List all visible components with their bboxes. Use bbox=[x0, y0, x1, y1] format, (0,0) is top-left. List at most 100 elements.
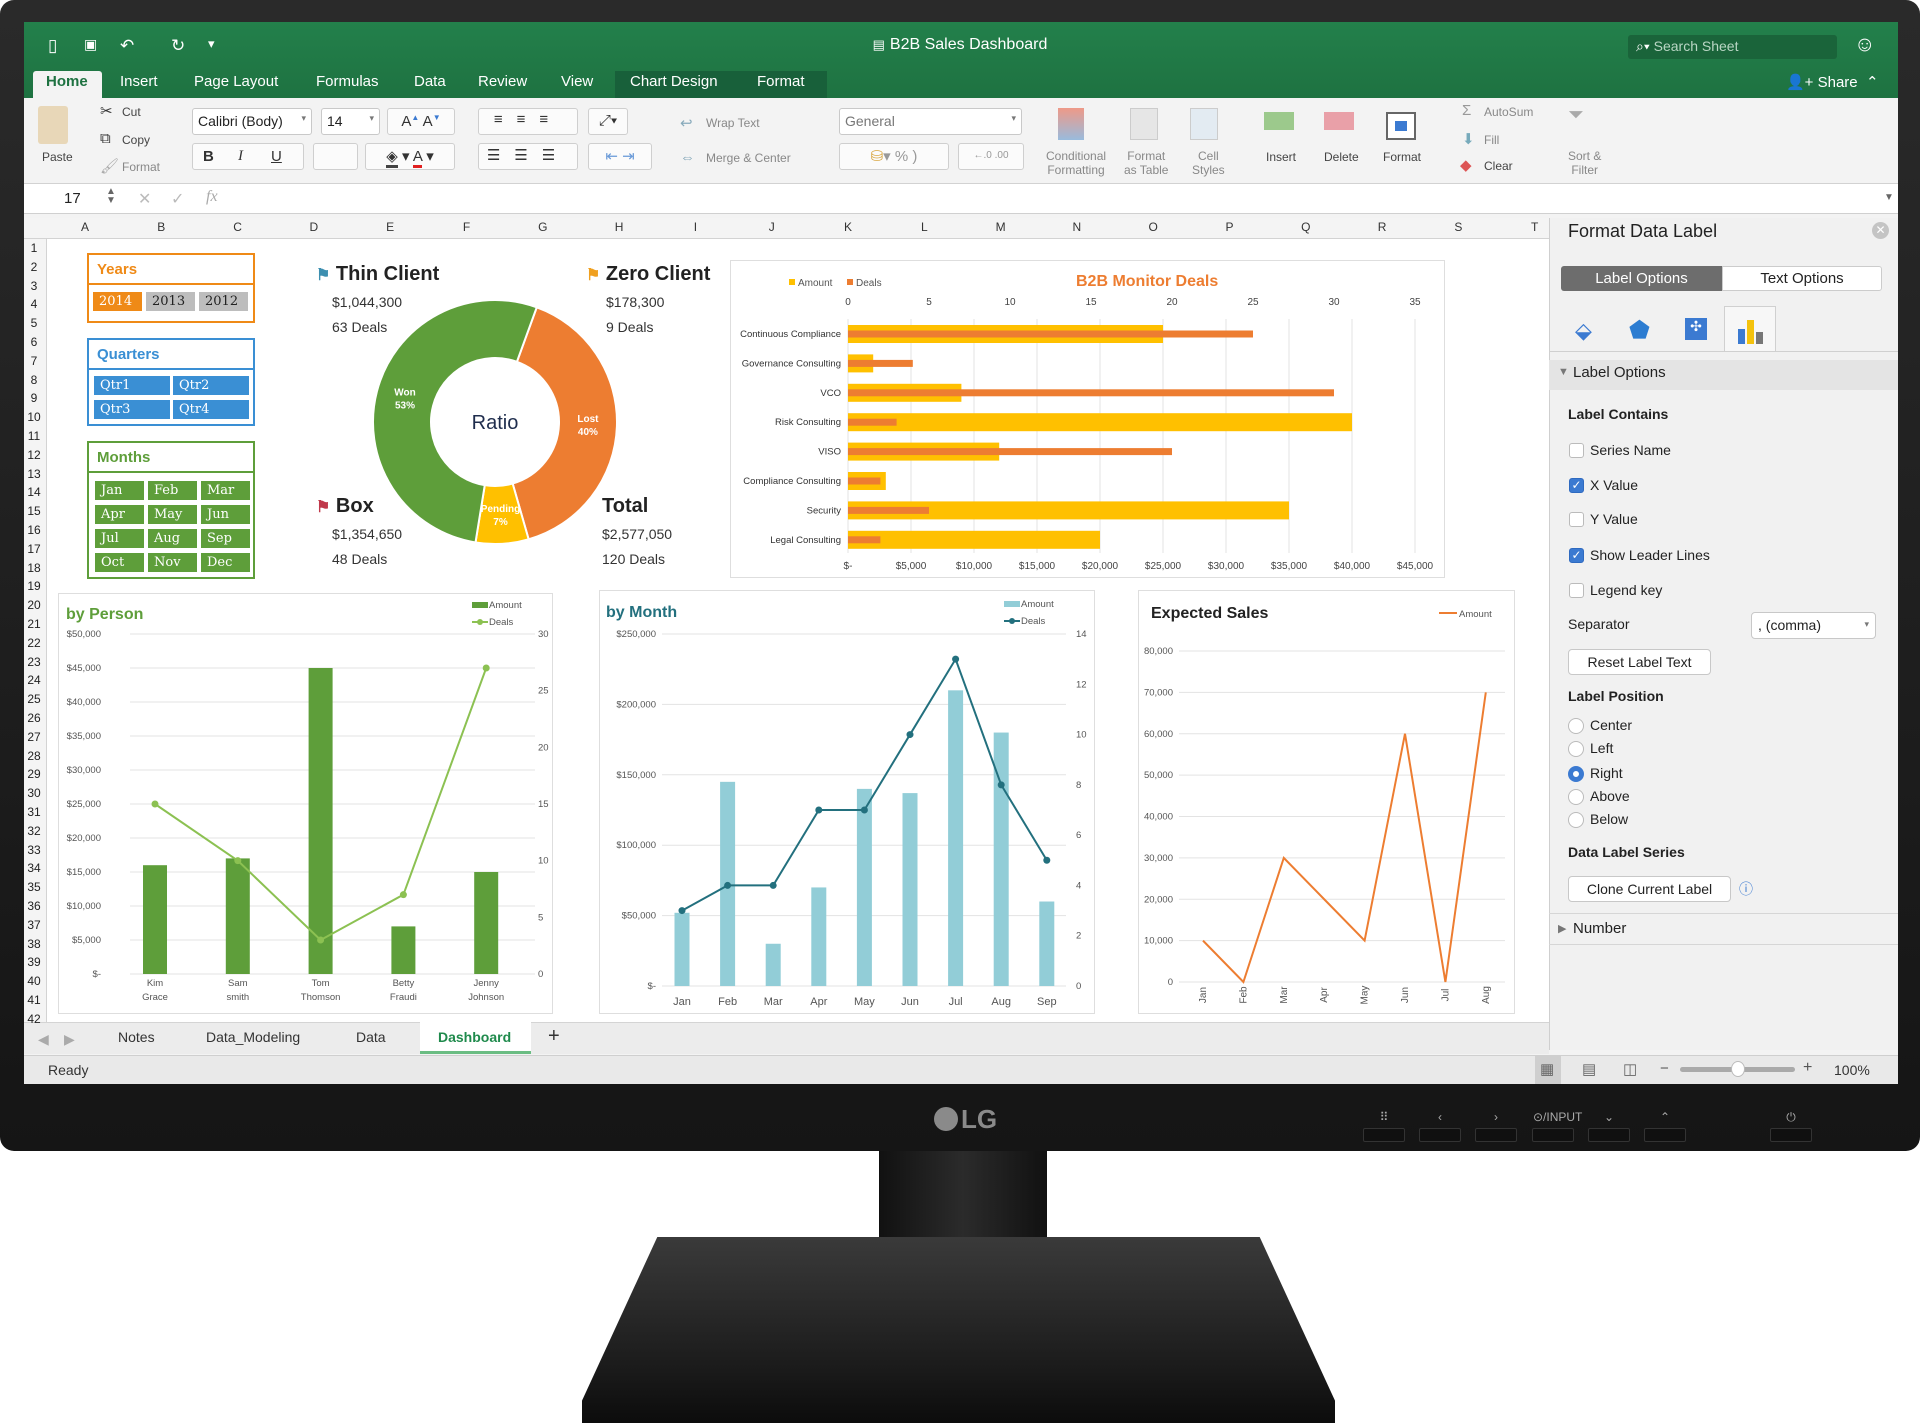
page-layout-view-icon[interactable]: ▤ bbox=[1582, 1060, 1596, 1078]
month-apr[interactable]: Apr bbox=[95, 505, 144, 524]
by-person-chart[interactable]: by Person $- $5,000 $10,000 $15,000 $20,000 $2… bbox=[58, 593, 553, 1014]
checkbox-series-name[interactable] bbox=[1569, 443, 1584, 458]
share-button[interactable]: 👤+ Share bbox=[1786, 73, 1858, 91]
row-header[interactable]: 25 bbox=[24, 692, 44, 706]
number-format-buttons[interactable]: ⛁▾ % ) bbox=[839, 143, 949, 170]
monitor-hardware-button[interactable] bbox=[1770, 1128, 1812, 1142]
label-options-bar-icon[interactable] bbox=[1738, 318, 1764, 344]
tab-insert[interactable]: Insert bbox=[120, 73, 158, 90]
row-header[interactable]: 2 bbox=[24, 260, 44, 274]
delete-cells-button[interactable]: Delete bbox=[1324, 150, 1359, 164]
tab-page-layout[interactable]: Page Layout bbox=[194, 73, 278, 90]
row-header[interactable]: 5 bbox=[24, 316, 44, 330]
delete-cells-icon[interactable] bbox=[1324, 112, 1354, 130]
sheet-tab-data-modeling[interactable]: Data_Modeling bbox=[206, 1029, 300, 1045]
clear-button[interactable]: Clear bbox=[1484, 159, 1513, 173]
clone-current-label-button[interactable]: Clone Current Label bbox=[1568, 876, 1731, 902]
column-header[interactable]: O bbox=[1115, 220, 1191, 234]
cell-styles-icon[interactable] bbox=[1190, 108, 1218, 140]
row-header[interactable]: 20 bbox=[24, 598, 44, 612]
column-header[interactable]: I bbox=[657, 220, 733, 234]
zoom-out-button[interactable]: − bbox=[1660, 1060, 1669, 1077]
month-jan[interactable]: Jan bbox=[95, 481, 144, 500]
accounting-icon[interactable]: ⛁ bbox=[871, 148, 884, 165]
confirm-icon[interactable]: ✓ bbox=[171, 189, 184, 209]
fill-button[interactable]: Fill bbox=[1484, 133, 1499, 147]
radio-above[interactable] bbox=[1568, 789, 1584, 805]
monitor-hardware-button[interactable] bbox=[1475, 1128, 1517, 1142]
info-icon[interactable]: ⓘ bbox=[1739, 879, 1753, 899]
donut-slice-lost[interactable] bbox=[511, 306, 618, 541]
column-header[interactable]: P bbox=[1192, 220, 1268, 234]
zoom-slider-thumb[interactable] bbox=[1730, 1061, 1745, 1077]
smiley-feedback-icon[interactable]: ☺ bbox=[1854, 33, 1875, 57]
reset-label-text-button[interactable]: Reset Label Text bbox=[1568, 649, 1711, 675]
month-jun[interactable]: Jun bbox=[201, 505, 250, 524]
vertical-align-group[interactable]: ≡≡≡ bbox=[478, 108, 578, 135]
row-header[interactable]: 9 bbox=[24, 391, 44, 405]
column-header[interactable]: F bbox=[429, 220, 505, 234]
insert-cells-icon[interactable] bbox=[1264, 112, 1294, 130]
formula-input[interactable] bbox=[232, 190, 1872, 210]
b2b-monitor-deals-chart[interactable]: B2B Monitor Deals Amount Deals $- $5,000 $10,… bbox=[730, 260, 1445, 578]
name-box[interactable]: 17 bbox=[64, 190, 81, 207]
tab-home[interactable]: Home bbox=[46, 73, 88, 90]
prev-sheet-icon[interactable]: ◀ bbox=[38, 1031, 49, 1048]
tab-text-options[interactable]: Text Options bbox=[1722, 266, 1882, 291]
month-mar[interactable]: Mar bbox=[201, 481, 250, 500]
tab-formulas[interactable]: Formulas bbox=[316, 73, 379, 90]
close-pane-icon[interactable]: ✕ bbox=[1872, 222, 1889, 239]
column-header[interactable]: J bbox=[734, 220, 810, 234]
tab-data[interactable]: Data bbox=[414, 73, 446, 90]
font-size-select[interactable]: 14 ▾ bbox=[321, 108, 380, 135]
function-icon[interactable]: fx bbox=[206, 188, 218, 206]
indent-group[interactable]: ⇤ ⇥ bbox=[588, 143, 652, 170]
row-header[interactable]: 42 bbox=[24, 1012, 44, 1026]
row-header[interactable]: 38 bbox=[24, 937, 44, 951]
month-jul[interactable]: Jul bbox=[95, 529, 144, 548]
column-header[interactable]: G bbox=[505, 220, 581, 234]
zoom-in-button[interactable]: + bbox=[1803, 1059, 1812, 1077]
sheet-tab-data[interactable]: Data bbox=[356, 1029, 386, 1045]
row-header[interactable]: 34 bbox=[24, 861, 44, 875]
row-header[interactable]: 14 bbox=[24, 485, 44, 499]
quarter-qtr1[interactable]: Qtr1 bbox=[94, 376, 170, 395]
increase-font-icon[interactable]: A▲ bbox=[401, 113, 419, 130]
percent-button[interactable]: % bbox=[895, 148, 908, 165]
format-painter-button[interactable]: Format bbox=[122, 160, 160, 174]
checkbox-legend-key[interactable] bbox=[1569, 583, 1584, 598]
row-header[interactable]: 36 bbox=[24, 899, 44, 913]
monitor-hardware-button[interactable] bbox=[1644, 1128, 1686, 1142]
separator-select[interactable]: , (comma) ▾ bbox=[1751, 612, 1876, 639]
month-dec[interactable]: Dec bbox=[201, 553, 250, 572]
insert-cells-button[interactable]: Insert bbox=[1266, 150, 1296, 164]
collapse-ribbon-icon[interactable]: ⌃ bbox=[1866, 73, 1879, 91]
orientation-icon[interactable]: ⤢▾ bbox=[588, 108, 628, 135]
row-header[interactable]: 10 bbox=[24, 410, 44, 424]
bold-button[interactable]: B bbox=[203, 148, 214, 165]
column-header[interactable]: B bbox=[123, 220, 199, 234]
column-header[interactable]: S bbox=[1420, 220, 1496, 234]
month-feb[interactable]: Feb bbox=[148, 481, 197, 500]
row-header[interactable]: 31 bbox=[24, 805, 44, 819]
row-header[interactable]: 19 bbox=[24, 579, 44, 593]
format-as-table-button[interactable]: Format as Table bbox=[1124, 149, 1168, 177]
search-sheet-input[interactable]: ⌕▾ Search Sheet bbox=[1628, 35, 1837, 59]
month-aug[interactable]: Aug bbox=[148, 529, 197, 548]
quarter-qtr4[interactable]: Qtr4 bbox=[173, 400, 249, 419]
row-header[interactable]: 35 bbox=[24, 880, 44, 894]
sheet-tab-dashboard[interactable]: Dashboard bbox=[438, 1029, 511, 1045]
row-header[interactable]: 28 bbox=[24, 749, 44, 763]
row-header[interactable]: 24 bbox=[24, 673, 44, 687]
font-color-icon[interactable]: A bbox=[412, 148, 423, 168]
ratio-donut-chart[interactable]: Lost 40% Pending 7% Won 53% Ratio bbox=[365, 292, 625, 552]
merge-center-button[interactable]: Merge & Center bbox=[706, 151, 791, 165]
tab-format[interactable]: Format bbox=[757, 73, 805, 90]
row-header[interactable]: 27 bbox=[24, 730, 44, 744]
row-header[interactable]: 16 bbox=[24, 523, 44, 537]
expand-formula-bar-icon[interactable]: ▼ bbox=[1884, 192, 1894, 203]
expected-sales-chart[interactable]: Expected Sales Amount 0 10,000 20,000 30,000 4… bbox=[1138, 590, 1515, 1014]
conditional-formatting-icon[interactable] bbox=[1058, 108, 1084, 140]
effects-pentagon-icon[interactable]: ⬟ bbox=[1629, 316, 1650, 345]
paste-button[interactable]: Paste bbox=[42, 150, 73, 164]
